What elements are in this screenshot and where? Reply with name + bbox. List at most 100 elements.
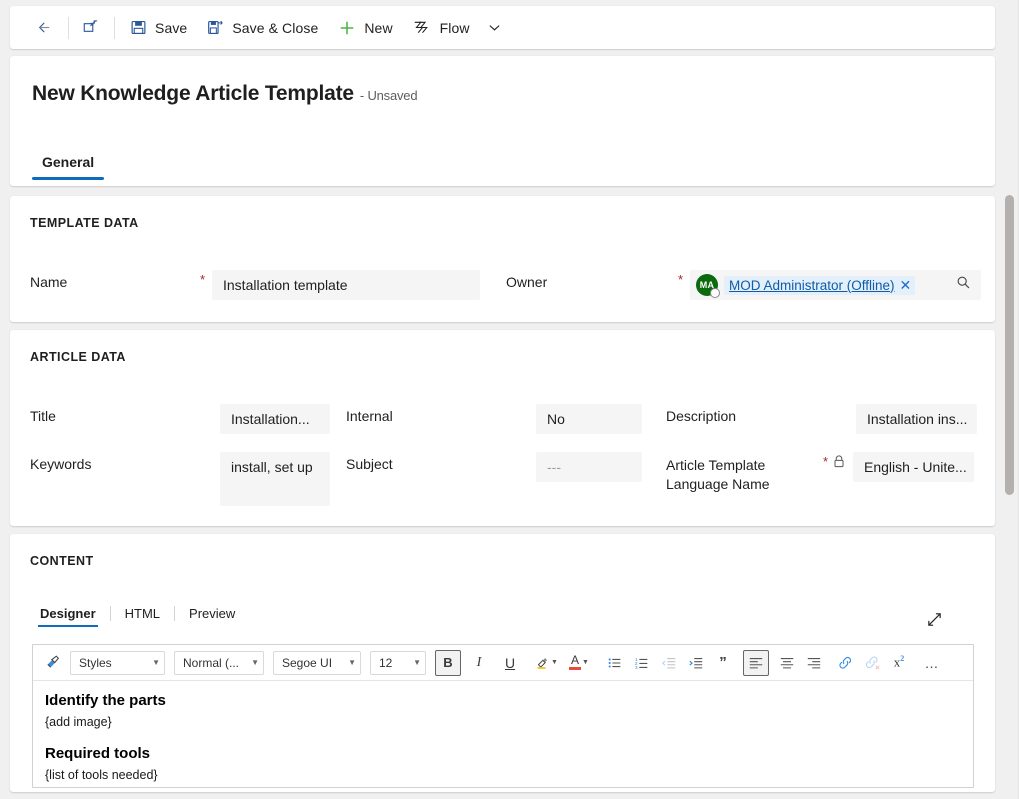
blockquote-button[interactable]: ” [710, 650, 736, 676]
keywords-input[interactable]: install, set up [220, 452, 330, 506]
blockquote-label: ” [719, 653, 727, 671]
field-description: Description Installation ins... [666, 404, 977, 434]
flow-icon [413, 19, 432, 36]
expand-editor-button[interactable] [921, 606, 947, 632]
field-owner-required-indicator: * [678, 272, 684, 287]
internal-input-value: No [547, 411, 565, 427]
tab-general[interactable]: General [32, 148, 105, 180]
tab-html[interactable]: HTML [117, 604, 168, 627]
field-name-required-indicator: * [200, 272, 206, 287]
search-icon[interactable] [950, 275, 977, 295]
back-button[interactable] [28, 12, 63, 44]
content-tabs: Designer HTML Preview [32, 604, 243, 627]
chevron-down-icon: ▼ [251, 658, 259, 667]
new-button[interactable]: New [328, 12, 402, 44]
align-right-button[interactable] [801, 650, 827, 676]
vertical-scrollbar[interactable] [1004, 190, 1015, 710]
remove-link-button[interactable] [859, 650, 885, 676]
tab-preview-label: Preview [189, 606, 236, 621]
tab-preview[interactable]: Preview [181, 604, 243, 627]
plus-icon [338, 19, 356, 37]
presence-offline-icon [710, 288, 720, 298]
chevron-down-icon: ▼ [551, 659, 558, 666]
field-keywords: Keywords install, set up [30, 452, 330, 506]
bulleted-list-button[interactable] [602, 650, 628, 676]
name-input-value: Installation template [223, 277, 348, 293]
owner-lookup-input[interactable]: MA MOD Administrator (Offline) ✕ [690, 270, 981, 300]
more-options-button[interactable]: … [919, 650, 945, 676]
title-input-value: Installation... [231, 411, 310, 427]
field-name: Name * Installation template [30, 270, 490, 300]
page-title-text: New Knowledge Article Template [32, 82, 354, 105]
editor-paragraph-1: {add image} [45, 715, 112, 729]
language-input-value: English - Unite... [864, 459, 967, 475]
chevron-down-icon: ▼ [152, 658, 160, 667]
more-options-label: … [924, 654, 940, 671]
styles-dropdown-value: Styles [79, 655, 112, 670]
language-input[interactable]: English - Unite... [853, 452, 974, 482]
underline-label: U [504, 654, 516, 671]
superscript-button[interactable]: x2 [886, 650, 912, 676]
close-icon[interactable]: ✕ [900, 278, 912, 292]
font-color-button[interactable]: A ▼ [563, 650, 595, 676]
editor-heading-2: Required tools [45, 745, 151, 762]
superscript-label: x2 [893, 654, 905, 670]
flow-button[interactable]: Flow [403, 12, 480, 44]
internal-input[interactable]: No [536, 404, 642, 434]
editor-content-area[interactable]: Identify the parts {add image} Required … [33, 681, 973, 783]
increase-indent-button[interactable] [683, 650, 709, 676]
expand-diagonal-icon [926, 611, 943, 628]
format-painter-icon[interactable] [39, 650, 65, 676]
highlight-color-button[interactable]: ▼ [530, 650, 562, 676]
chevron-down-icon [488, 21, 501, 34]
title-input[interactable]: Installation... [220, 404, 330, 434]
subject-input[interactable]: --- [536, 452, 642, 482]
align-center-button[interactable] [774, 650, 800, 676]
editor-heading-1: Identify the parts [45, 692, 166, 709]
description-input[interactable]: Installation ins... [856, 404, 977, 434]
owner-lookup-link[interactable]: MOD Administrator (Offline) [729, 278, 895, 293]
tab-general-label: General [42, 154, 95, 170]
numbered-list-button[interactable]: 1 2 3 [629, 650, 655, 676]
paragraph-format-value: Normal (... [183, 655, 240, 670]
font-family-value: Segoe UI [282, 655, 333, 670]
template-data-heading: TEMPLATE DATA [30, 216, 139, 230]
paragraph-format-dropdown[interactable]: Normal (... ▼ [174, 650, 264, 675]
field-subject-label: Subject [346, 456, 393, 472]
decrease-indent-button[interactable] [656, 650, 682, 676]
name-input[interactable]: Installation template [212, 270, 480, 300]
scrollbar-thumb[interactable] [1005, 195, 1014, 495]
align-left-button[interactable] [743, 649, 769, 676]
field-owner: Owner * MA MOD Administrator (Offline) ✕ [506, 270, 986, 300]
article-data-heading: ARTICLE DATA [30, 350, 126, 364]
command-separator-2 [114, 16, 115, 39]
underline-button[interactable]: U [497, 650, 523, 676]
field-name-label: Name [30, 274, 68, 290]
font-color-label: A [571, 653, 580, 667]
rich-text-editor: Styles ▼ Normal (... ▼ Segoe UI ▼ 12 ▼ B [32, 644, 974, 788]
chevron-down-icon: ▼ [413, 658, 421, 667]
styles-dropdown[interactable]: Styles ▼ [70, 650, 165, 675]
field-language-label-text: Article Template Language Name [666, 457, 770, 492]
italic-button[interactable]: I [466, 650, 492, 676]
save-and-close-button[interactable]: Save & Close [197, 12, 328, 44]
save-and-close-label: Save & Close [232, 19, 319, 36]
field-subject: Subject --- [346, 452, 642, 482]
owner-lookup-pill[interactable]: MOD Administrator (Offline) ✕ [724, 275, 916, 295]
bold-button[interactable]: B [435, 649, 461, 676]
field-description-label: Description [666, 408, 737, 424]
form-tabs: General [32, 148, 105, 180]
subject-input-value: --- [547, 459, 561, 475]
page-title: New Knowledge Article Template - Unsaved [32, 82, 418, 106]
field-language: Article Template Language Name * English… [666, 452, 974, 494]
font-size-dropdown[interactable]: 12 ▼ [370, 650, 426, 675]
flow-more-button[interactable] [480, 12, 509, 44]
font-size-value: 12 [379, 655, 393, 670]
editor-toolbar: Styles ▼ Normal (... ▼ Segoe UI ▼ 12 ▼ B [33, 645, 973, 681]
font-family-dropdown[interactable]: Segoe UI ▼ [273, 650, 361, 675]
save-button[interactable]: Save [120, 12, 197, 44]
insert-link-button[interactable] [832, 650, 858, 676]
tab-designer[interactable]: Designer [32, 604, 104, 627]
popout-button[interactable] [74, 12, 109, 44]
lock-icon [833, 455, 845, 468]
